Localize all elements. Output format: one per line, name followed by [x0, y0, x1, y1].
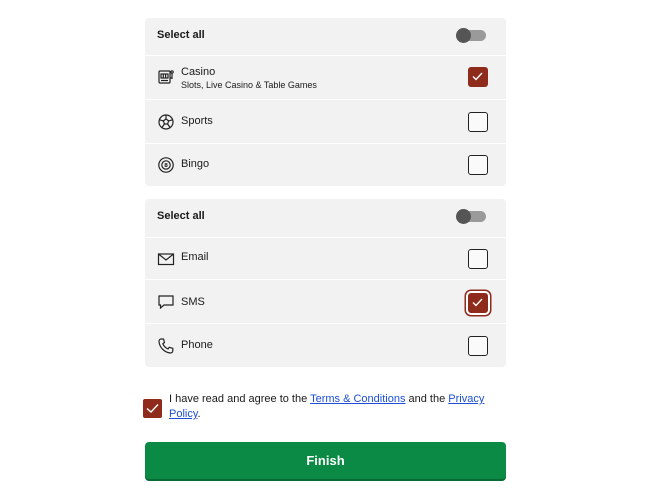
list-item-casino: Casino Slots, Live Casino & Table Games [145, 55, 506, 99]
sports-label: Sports [181, 115, 213, 127]
email-label: Email [181, 251, 209, 263]
select-all-toggle[interactable] [456, 28, 487, 43]
terms-suffix: . [197, 408, 201, 420]
slot-machine-icon [157, 68, 175, 86]
phone-label: Phone [181, 339, 213, 351]
terms-agreement-text: I have read and agree to the Terms & Con… [169, 392, 499, 422]
finish-button[interactable]: Finish [145, 442, 506, 479]
select-all-toggle[interactable] [456, 209, 487, 224]
checkmark-icon [146, 404, 159, 413]
phone-checkbox[interactable] [468, 336, 488, 356]
list-item-phone: Phone [145, 323, 506, 367]
list-item-sports: Sports [145, 99, 506, 143]
chat-bubble-icon [157, 293, 175, 311]
sms-checkbox[interactable] [468, 293, 488, 313]
terms-conditions-link[interactable]: Terms & Conditions [310, 393, 405, 405]
list-item-bingo: 8 Bingo [145, 143, 506, 186]
product-preferences-panel: Select all Casino Slots, Live Casino & T… [145, 18, 506, 186]
sms-label: SMS [181, 296, 205, 308]
email-checkbox[interactable] [468, 249, 488, 269]
privacy-link-line2: Policy [169, 408, 198, 420]
checkmark-icon [472, 72, 483, 81]
list-item-email: Email [145, 237, 506, 279]
select-all-row: Select all [145, 18, 506, 55]
casino-checkbox[interactable] [468, 67, 488, 87]
svg-text:8: 8 [164, 163, 168, 169]
terms-checkbox[interactable] [143, 399, 162, 418]
select-all-row: Select all [145, 199, 506, 237]
select-all-label: Select all [157, 210, 205, 222]
terms-middle: and the [405, 393, 449, 405]
terms-prefix: I have read and agree to the [169, 393, 311, 405]
bingo-label: Bingo [181, 158, 210, 170]
bingo-checkbox[interactable] [468, 155, 488, 175]
select-all-label: Select all [157, 29, 205, 41]
football-icon [157, 113, 175, 131]
phone-icon [157, 337, 175, 355]
list-item-sms: SMS [145, 279, 506, 323]
casino-sublabel: Slots, Live Casino & Table Games [181, 80, 317, 90]
contact-preferences-panel: Select all Email SMS Phone [145, 199, 506, 367]
sports-checkbox[interactable] [468, 112, 488, 132]
privacy-link-line1: Privacy [448, 393, 485, 405]
casino-label: Casino [181, 66, 216, 78]
envelope-icon [157, 250, 175, 268]
checkmark-icon [472, 298, 483, 307]
bingo-ball-icon: 8 [157, 156, 175, 174]
